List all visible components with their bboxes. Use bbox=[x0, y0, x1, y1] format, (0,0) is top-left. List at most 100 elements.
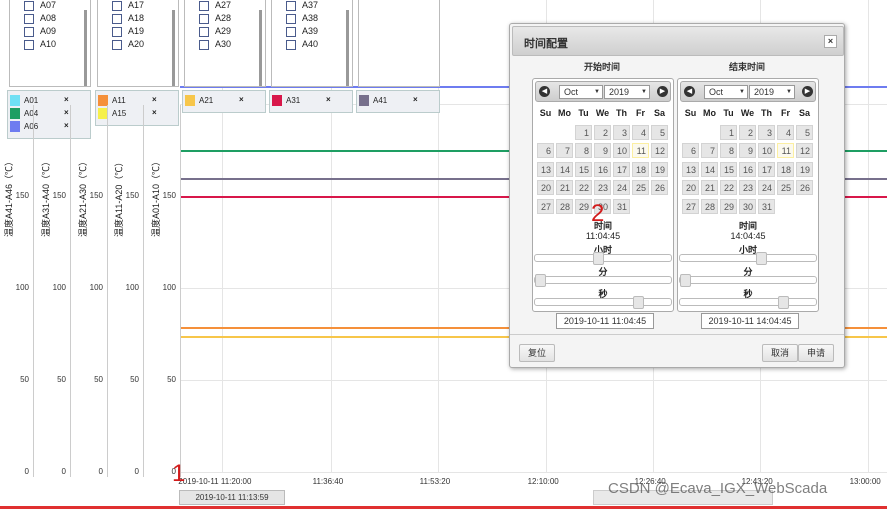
scrollbar[interactable] bbox=[172, 10, 175, 86]
next-month-icon[interactable]: ▶ bbox=[657, 86, 668, 97]
calendar-day[interactable]: 14 bbox=[556, 161, 573, 177]
calendar-day[interactable]: 28 bbox=[556, 198, 573, 214]
legend-item[interactable]: A28 bbox=[199, 12, 231, 25]
legend-item[interactable]: A37 bbox=[286, 0, 318, 12]
legend-item[interactable]: A10 bbox=[24, 38, 56, 51]
reset-button[interactable]: 复位 bbox=[519, 344, 555, 362]
checkbox[interactable] bbox=[199, 13, 209, 24]
calendar-day[interactable]: 3 bbox=[758, 125, 775, 140]
legend-item[interactable]: A09 bbox=[24, 25, 56, 38]
scrollbar[interactable] bbox=[259, 10, 262, 86]
checkbox[interactable] bbox=[24, 0, 34, 11]
calendar-day[interactable]: 23 bbox=[594, 180, 611, 196]
calendar-day[interactable]: 22 bbox=[720, 180, 737, 196]
slider-handle[interactable] bbox=[680, 274, 691, 287]
calendar-day[interactable]: 2 bbox=[594, 125, 611, 140]
slider-handle[interactable] bbox=[592, 252, 604, 265]
calendar-day[interactable]: 5 bbox=[651, 125, 668, 140]
calendar-day[interactable]: 7 bbox=[701, 143, 718, 159]
month-select[interactable]: Oct ▼ bbox=[704, 85, 748, 99]
calendar-day[interactable]: 9 bbox=[594, 143, 611, 159]
slider-handle[interactable] bbox=[755, 252, 767, 265]
calendar-day[interactable]: 21 bbox=[556, 180, 573, 196]
legend-item[interactable]: A40 bbox=[286, 38, 318, 51]
calendar-day[interactable]: 3 bbox=[613, 125, 630, 140]
calendar-day[interactable]: 29 bbox=[720, 198, 737, 214]
checkbox[interactable] bbox=[286, 39, 296, 50]
checkbox[interactable] bbox=[24, 13, 34, 24]
remove-icon[interactable]: × bbox=[64, 95, 69, 104]
calendar-day[interactable]: 26 bbox=[651, 180, 668, 196]
calendar-day[interactable]: 21 bbox=[701, 180, 718, 196]
calendar-day[interactable]: 16 bbox=[594, 161, 611, 177]
calendar-day[interactable]: 8 bbox=[575, 143, 592, 159]
remove-icon[interactable]: × bbox=[413, 95, 418, 104]
scrollbar[interactable] bbox=[346, 10, 349, 86]
checkbox[interactable] bbox=[199, 39, 209, 50]
calendar-day[interactable]: 17 bbox=[758, 161, 775, 177]
remove-icon[interactable]: × bbox=[239, 95, 244, 104]
legend-item[interactable]: A08 bbox=[24, 12, 56, 25]
calendar-day[interactable]: 1 bbox=[720, 125, 737, 140]
legend-item[interactable]: A20 bbox=[112, 38, 144, 51]
calendar-day[interactable]: 19 bbox=[796, 161, 813, 177]
legend-item[interactable]: A30 bbox=[199, 38, 231, 51]
year-select[interactable]: 2019 ▼ bbox=[749, 85, 795, 99]
calendar-day[interactable]: 9 bbox=[739, 143, 756, 159]
year-select[interactable]: 2019 ▼ bbox=[604, 85, 650, 99]
close-icon[interactable]: × bbox=[824, 35, 837, 48]
calendar-day[interactable]: 23 bbox=[739, 180, 756, 196]
calendar-day[interactable]: 25 bbox=[777, 180, 794, 196]
checkbox[interactable] bbox=[286, 26, 296, 37]
calendar-day[interactable]: 12 bbox=[651, 143, 668, 159]
time-slider[interactable] bbox=[679, 274, 817, 287]
calendar-day[interactable]: 6 bbox=[682, 143, 699, 159]
legend-item[interactable]: A19 bbox=[112, 25, 144, 38]
calendar-day[interactable]: 18 bbox=[777, 161, 794, 177]
prev-month-icon[interactable]: ◀ bbox=[539, 86, 550, 97]
scrollbar[interactable] bbox=[84, 10, 87, 86]
calendar-day[interactable]: 26 bbox=[796, 180, 813, 196]
apply-button[interactable]: 申请 bbox=[798, 344, 834, 362]
datetime-input-start[interactable]: 2019-10-11 11:04:45 bbox=[556, 313, 654, 329]
checkbox[interactable] bbox=[112, 0, 122, 11]
legend-item[interactable]: A38 bbox=[286, 12, 318, 25]
remove-icon[interactable]: × bbox=[64, 121, 69, 130]
calendar-day[interactable]: 19 bbox=[651, 161, 668, 177]
calendar-day[interactable]: 4 bbox=[777, 125, 794, 140]
time-slider[interactable] bbox=[534, 274, 672, 287]
remove-icon[interactable]: × bbox=[326, 95, 331, 104]
calendar-day[interactable]: 11 bbox=[632, 143, 649, 159]
checkbox[interactable] bbox=[112, 13, 122, 24]
calendar-day[interactable]: 5 bbox=[796, 125, 813, 140]
legend-item[interactable]: A39 bbox=[286, 25, 318, 38]
calendar-day[interactable]: 20 bbox=[682, 180, 699, 196]
calendar-day[interactable]: 30 bbox=[739, 198, 756, 214]
time-slider[interactable] bbox=[534, 296, 672, 309]
calendar-day[interactable]: 16 bbox=[739, 161, 756, 177]
remove-icon[interactable]: × bbox=[152, 95, 157, 104]
calendar-day[interactable]: 27 bbox=[682, 198, 699, 214]
checkbox[interactable] bbox=[24, 26, 34, 37]
time-slider[interactable] bbox=[679, 252, 817, 265]
calendar-day[interactable]: 2 bbox=[739, 125, 756, 140]
calendar-day[interactable]: 24 bbox=[613, 180, 630, 196]
checkbox[interactable] bbox=[24, 39, 34, 50]
cancel-button[interactable]: 取消 bbox=[762, 344, 798, 362]
calendar-day[interactable]: 31 bbox=[613, 198, 630, 214]
calendar-day[interactable]: 4 bbox=[632, 125, 649, 140]
legend-item[interactable]: A29 bbox=[199, 25, 231, 38]
calendar-day[interactable]: 18 bbox=[632, 161, 649, 177]
checkbox[interactable] bbox=[199, 0, 209, 11]
checkbox[interactable] bbox=[112, 26, 122, 37]
calendar-day[interactable]: 31 bbox=[758, 198, 775, 214]
checkbox[interactable] bbox=[286, 13, 296, 24]
calendar-day[interactable]: 10 bbox=[613, 143, 630, 159]
calendar-day[interactable]: 14 bbox=[701, 161, 718, 177]
calendar-day[interactable]: 13 bbox=[682, 161, 699, 177]
calendar-day[interactable]: 25 bbox=[632, 180, 649, 196]
legend-item[interactable]: A27 bbox=[199, 0, 231, 12]
calendar-day[interactable]: 22 bbox=[575, 180, 592, 196]
calendar-day[interactable]: 8 bbox=[720, 143, 737, 159]
slider-handle[interactable] bbox=[535, 274, 546, 287]
